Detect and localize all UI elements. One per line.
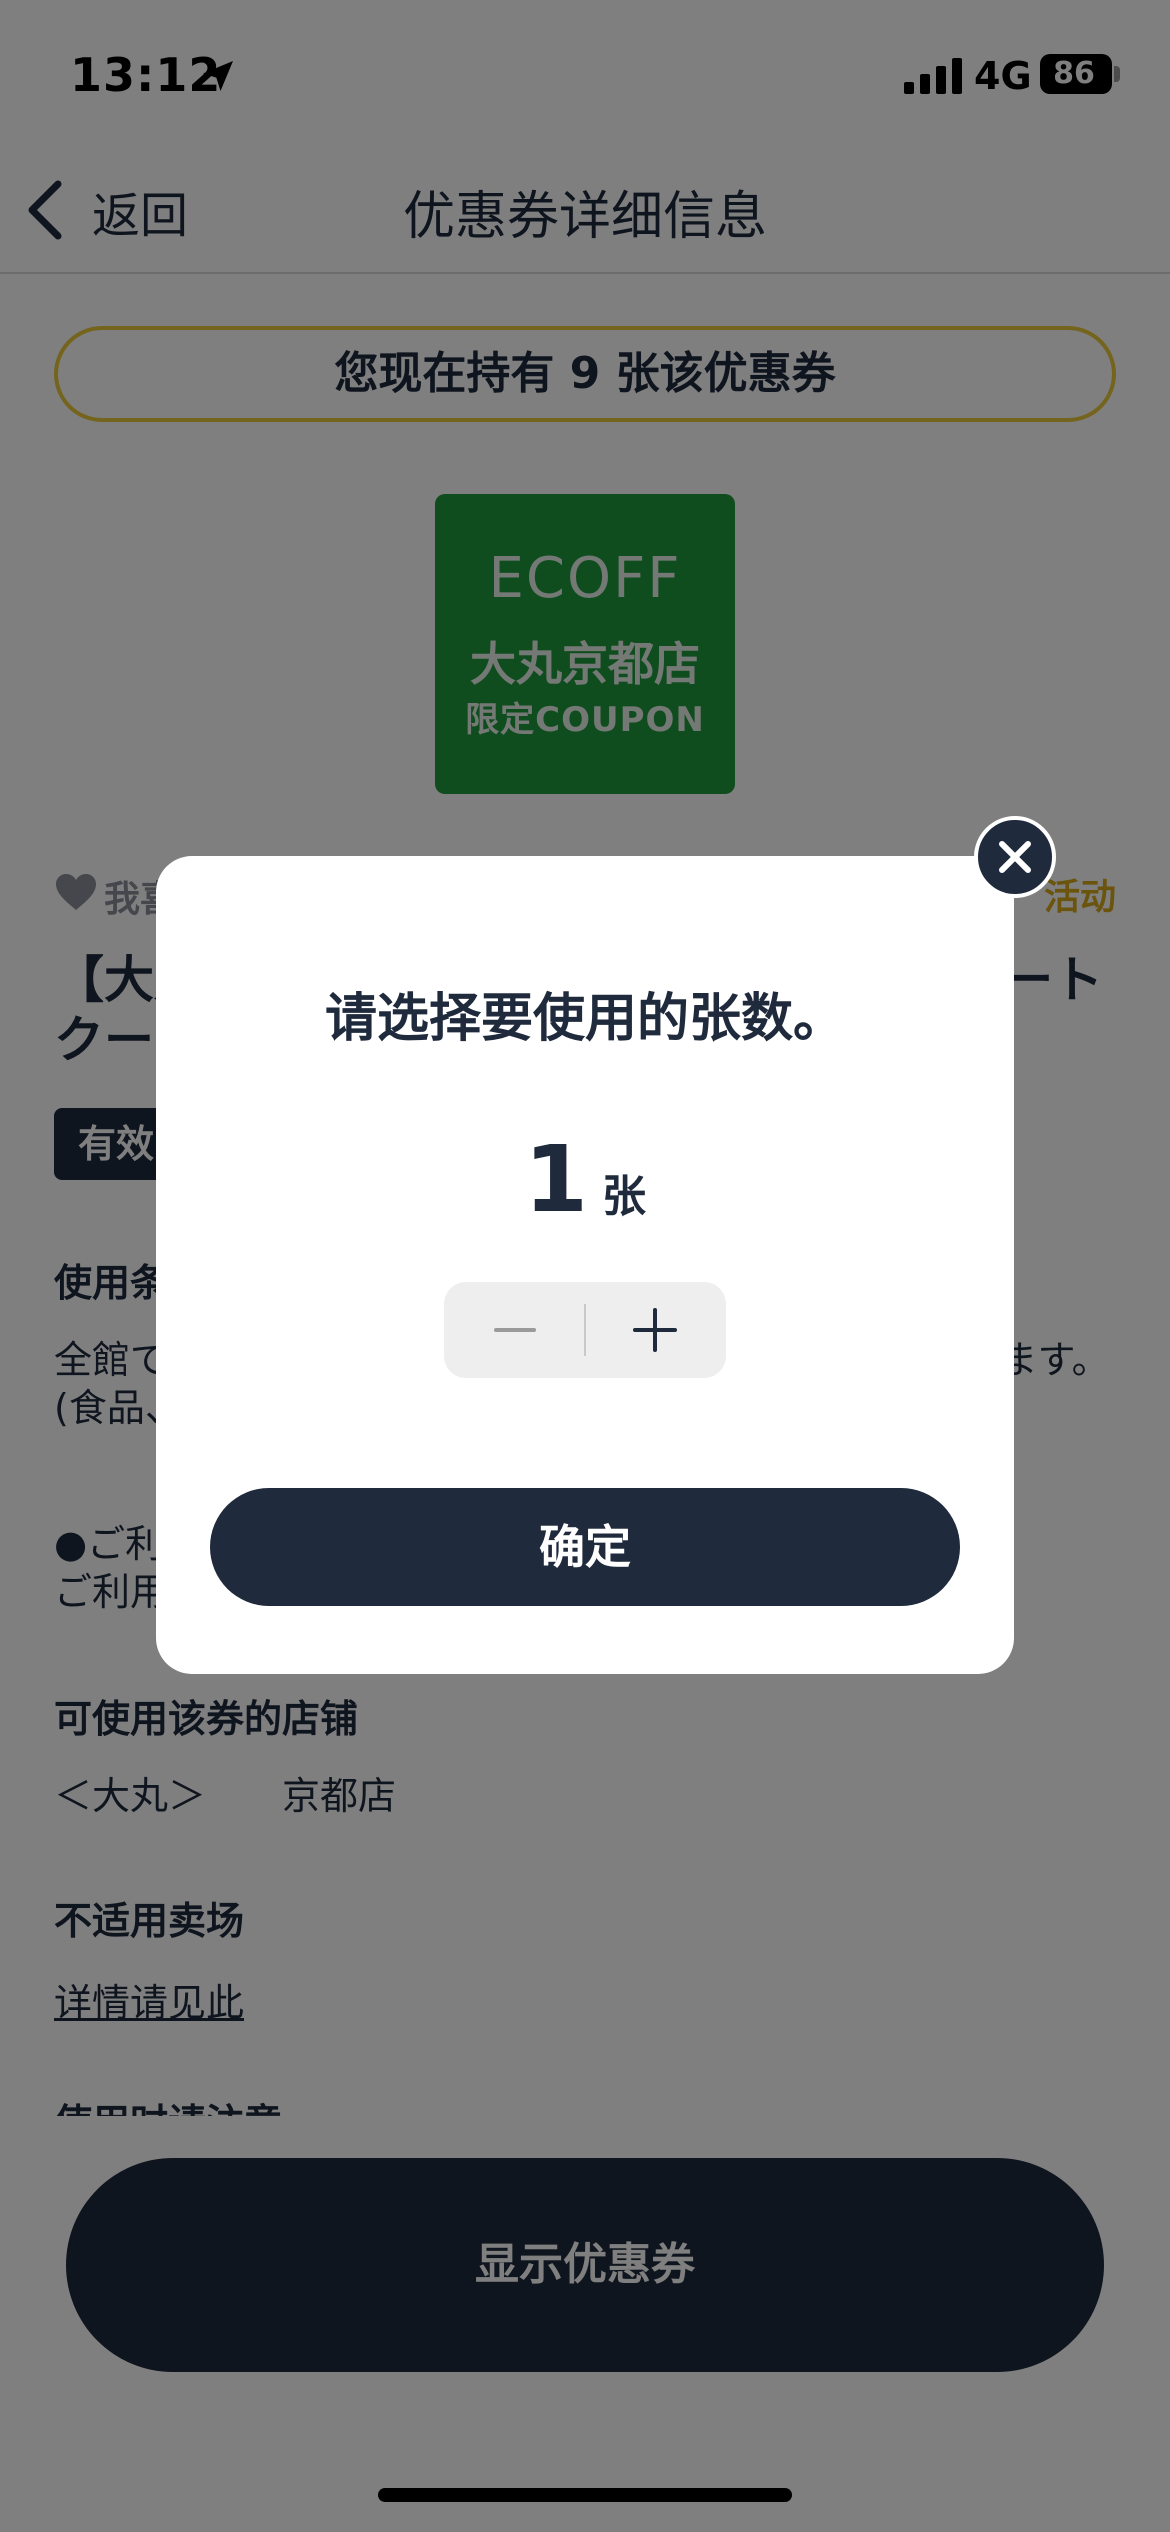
quantity-dialog: 请选择要使用的张数。 1张 确定 — [156, 856, 1014, 1674]
confirm-button[interactable]: 确定 — [210, 1488, 960, 1606]
close-icon — [999, 841, 1031, 873]
minus-icon — [494, 1328, 536, 1332]
quantity-value: 1 — [523, 1126, 588, 1233]
dialog-title: 请选择要使用的张数。 — [324, 989, 845, 1049]
close-dialog-button[interactable] — [974, 816, 1056, 898]
quantity-display: 1张 — [156, 1126, 1014, 1233]
increment-button[interactable] — [585, 1282, 726, 1378]
quantity-stepper — [444, 1282, 726, 1378]
decrement-button[interactable] — [444, 1282, 585, 1378]
quantity-unit: 张 — [602, 1171, 646, 1222]
